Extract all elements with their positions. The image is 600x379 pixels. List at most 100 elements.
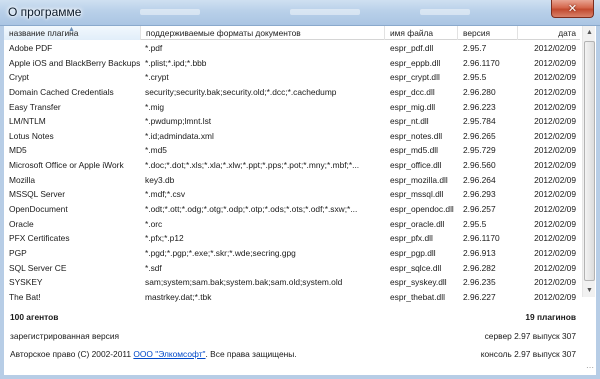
- cell-version: 2.95.5: [463, 218, 487, 229]
- cell-formats: security;security.bak;security.old;*.dcc…: [145, 86, 337, 97]
- cell-plugin-name: SQL Server CE: [9, 262, 67, 273]
- cell-file-name: espr_mozilla.dll: [390, 174, 448, 185]
- scrollbar-thumb[interactable]: [584, 41, 595, 281]
- cell-version: 2.96.1170: [463, 233, 500, 244]
- vertical-scrollbar[interactable]: ▲ ▼: [582, 26, 595, 297]
- column-header-file-label: имя файла: [390, 28, 434, 38]
- table-row[interactable]: Easy Transfer *.mig espr_mig.dll 2.96.223 20…: [4, 100, 580, 115]
- cell-date: 2012/02/09: [534, 116, 576, 127]
- cell-plugin-name: The Bat!: [9, 291, 41, 302]
- cell-file-name: espr_thebat.dll: [390, 291, 445, 302]
- cell-formats: *.orc: [145, 218, 163, 229]
- cell-file-name: espr_mig.dll: [390, 101, 436, 112]
- cell-file-name: espr_pfx.dll: [390, 233, 433, 244]
- cell-date: 2012/02/09: [534, 189, 576, 200]
- column-header-file[interactable]: имя файла: [385, 26, 458, 40]
- table-row[interactable]: OpenDocument *.odt;*.ott;*.odg;*.otg;*.od…: [4, 202, 580, 217]
- cell-date: 2012/02/09: [534, 262, 576, 273]
- cell-date: 2012/02/09: [534, 72, 576, 83]
- cell-file-name: espr_md5.dll: [390, 145, 438, 156]
- cell-date: 2012/02/09: [534, 145, 576, 156]
- cell-version: 2.96.265: [463, 130, 496, 141]
- cell-version: 2.95.784: [463, 116, 496, 127]
- cell-date: 2012/02/09: [534, 218, 576, 229]
- title-bar[interactable]: О программе ✕: [0, 0, 600, 26]
- cell-plugin-name: Adobe PDF: [9, 43, 53, 53]
- column-header-date[interactable]: дата: [518, 26, 580, 40]
- cell-file-name: espr_nt.dll: [390, 116, 429, 127]
- table-row[interactable]: LM/NTLM *.pwdump;lmnt.lst espr_nt.dll 2.95.…: [4, 114, 580, 129]
- cell-version: 2.96.257: [463, 204, 496, 215]
- cell-formats: *.sdf: [145, 262, 162, 273]
- table-row[interactable]: MD5 *.md5 espr_md5.dll 2.95.729 2012/02/09: [4, 143, 580, 158]
- close-icon: ✕: [567, 3, 578, 15]
- resize-grip-icon[interactable]: ⋯: [584, 363, 594, 373]
- cell-file-name: espr_sqlce.dll: [390, 262, 442, 273]
- summary-row: 100 агентов 19 плагинов: [4, 312, 580, 326]
- table-row[interactable]: Lotus Notes *.id;admindata.xml espr_notes.…: [4, 129, 580, 144]
- cell-version: 2.96.280: [463, 86, 496, 97]
- cell-formats: *.mig: [145, 101, 165, 112]
- cell-plugin-name: Oracle: [9, 218, 34, 229]
- cell-version: 2.96.560: [463, 160, 496, 171]
- column-header-version[interactable]: версия: [458, 26, 518, 40]
- cell-date: 2012/02/09: [534, 277, 576, 288]
- cell-formats: key3.db: [145, 174, 175, 185]
- table-row[interactable]: Mozilla key3.db espr_mozilla.dll 2.96.264 20…: [4, 173, 580, 188]
- cell-file-name: espr_crypt.dll: [390, 72, 440, 83]
- table-row[interactable]: Microsoft Office or Apple iWork *.doc;*.d…: [4, 158, 580, 173]
- table-row[interactable]: SQL Server CE *.sdf espr_sqlce.dll 2.96.282…: [4, 261, 580, 276]
- close-button[interactable]: ✕: [551, 0, 594, 18]
- cell-formats: *.id;admindata.xml: [145, 130, 214, 141]
- copyright-suffix: . Все права защищены.: [205, 349, 297, 359]
- cell-formats: sam;system;sam.bak;system.bak;sam.old;sy…: [145, 277, 343, 288]
- column-header-date-label: дата: [558, 28, 576, 38]
- company-link[interactable]: ООО "Элкомсофт": [133, 349, 205, 359]
- table-row[interactable]: The Bat! mastrkey.dat;*.tbk espr_thebat.dl…: [4, 290, 580, 305]
- cell-version: 2.95.5: [463, 72, 487, 83]
- copyright-prefix: Авторское право (C) 2002-2011: [10, 349, 132, 359]
- plugin-table-header: ▲ название плагина поддерживаемые формат…: [4, 26, 580, 40]
- title-bar-reflection: [420, 9, 470, 15]
- cell-file-name: espr_opendoc.dll: [390, 204, 454, 215]
- table-row[interactable]: MSSQL Server *.mdf;*.csv espr_mssql.dll 2.9…: [4, 187, 580, 202]
- scroll-up-icon[interactable]: ▲: [583, 26, 596, 39]
- cell-formats: *.crypt: [145, 72, 169, 83]
- cell-plugin-name: MD5: [9, 145, 27, 156]
- table-row[interactable]: PFX Certificates *.pfx;*.p12 espr_pfx.dll 2…: [4, 231, 580, 246]
- cell-date: 2012/02/09: [534, 247, 576, 258]
- cell-plugin-name: Mozilla: [9, 174, 36, 185]
- table-row[interactable]: Oracle *.orc espr_oracle.dll 2.95.5 2012/02/…: [4, 217, 580, 232]
- table-row[interactable]: PGP *.pgd;*.pgp;*.exe;*.skr;*.wde;secring…: [4, 246, 580, 261]
- table-row[interactable]: Adobe PDF *.pdf espr_pdf.dll 2.95.7 2012/02/…: [4, 41, 580, 56]
- title-bar-reflection: [140, 9, 200, 15]
- table-row[interactable]: Domain Cached Credentials security;securi…: [4, 85, 580, 100]
- column-header-name[interactable]: ▲ название плагина: [4, 26, 141, 40]
- sort-ascending-icon: ▲: [68, 26, 75, 33]
- table-row[interactable]: Apple iOS and BlackBerry Backups *.plist;…: [4, 56, 580, 71]
- cell-plugin-name: OpenDocument: [9, 204, 68, 215]
- cell-date: 2012/02/09: [534, 174, 576, 185]
- table-row[interactable]: SYSKEY sam;system;sam.bak;system.bak;sam.…: [4, 275, 580, 290]
- cell-file-name: espr_pgp.dll: [390, 247, 436, 258]
- cell-plugin-name: PGP: [9, 247, 27, 258]
- cell-date: 2012/02/09: [534, 204, 576, 215]
- title-bar-reflection: [290, 9, 360, 15]
- cell-file-name: espr_oracle.dll: [390, 218, 445, 229]
- cell-date: 2012/02/09: [534, 233, 576, 244]
- cell-plugin-name: Lotus Notes: [9, 130, 54, 141]
- cell-version: 2.95.7: [463, 43, 487, 53]
- agents-count: 100 агентов: [10, 312, 59, 322]
- cell-version: 2.96.282: [463, 262, 496, 273]
- table-row[interactable]: Crypt *.crypt espr_crypt.dll 2.95.5 2012/02/…: [4, 70, 580, 85]
- console-version: консоль 2.97 выпуск 307: [480, 349, 576, 359]
- cell-plugin-name: LM/NTLM: [9, 116, 46, 127]
- cell-formats: *.pdf: [145, 43, 163, 53]
- column-header-formats[interactable]: поддерживаемые форматы документов: [141, 26, 385, 40]
- cell-formats: *.plist;*.ipd;*.bbb: [145, 57, 207, 68]
- cell-date: 2012/02/09: [534, 160, 576, 171]
- cell-file-name: espr_notes.dll: [390, 130, 443, 141]
- scroll-down-icon[interactable]: ▼: [583, 284, 596, 297]
- window-title: О программе: [8, 5, 82, 19]
- column-header-formats-label: поддерживаемые форматы документов: [146, 28, 301, 38]
